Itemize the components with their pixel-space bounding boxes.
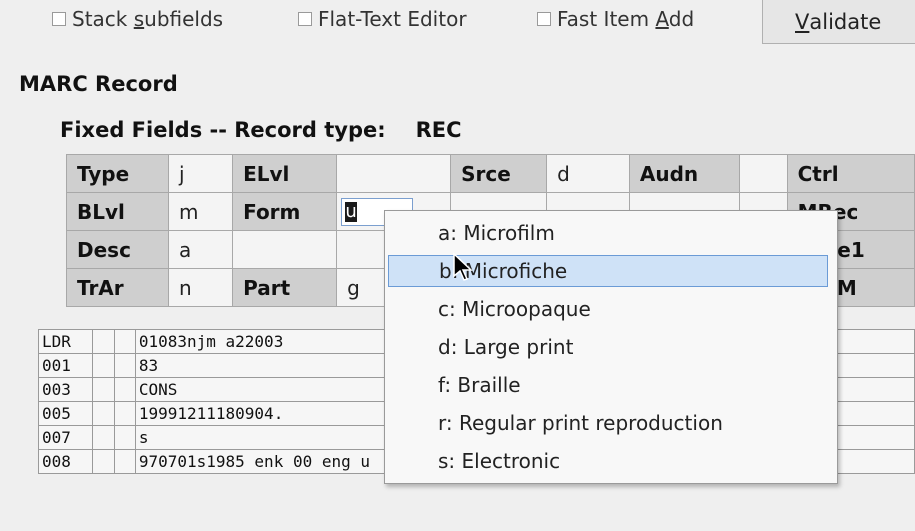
marc-tag[interactable]: 003 <box>37 377 94 402</box>
marc-indicator-1[interactable] <box>92 449 115 474</box>
dropdown-option[interactable]: f: Braille <box>388 369 828 401</box>
marc-tag[interactable]: 005 <box>37 401 94 426</box>
marc-tag[interactable]: LDR <box>37 329 94 354</box>
dropdown-option[interactable]: d: Large print <box>388 331 828 363</box>
marc-tag[interactable]: 001 <box>37 353 94 378</box>
fixed-field-value[interactable] <box>738 154 788 193</box>
flat-text-editor-label: Flat-Text Editor <box>318 7 467 31</box>
marc-indicator-1[interactable] <box>92 377 115 402</box>
record-type-value: REC <box>415 118 462 142</box>
fixed-field-label: BLvl <box>66 192 169 231</box>
fixed-field-label: ELvl <box>232 154 338 193</box>
fixed-field-label: Part <box>232 268 338 307</box>
flat-text-editor-option[interactable]: Flat-Text Editor <box>298 4 467 34</box>
flat-text-editor-checkbox[interactable] <box>298 12 312 26</box>
mouse-cursor-icon <box>453 252 473 281</box>
marc-indicator-2[interactable] <box>113 329 136 354</box>
stack-subfields-option[interactable]: Stack subfields <box>52 4 223 34</box>
fixed-field-label: Audn <box>628 154 740 193</box>
marc-tag[interactable]: 007 <box>37 425 94 450</box>
dropdown-option[interactable]: c: Microopaque <box>388 293 828 325</box>
marc-indicator-1[interactable] <box>92 353 115 378</box>
marc-tag[interactable]: 008 <box>37 449 94 474</box>
marc-indicator-2[interactable] <box>113 377 136 402</box>
marc-indicator-1[interactable] <box>92 401 115 426</box>
fixed-fields-heading: Fixed Fields -- Record type: REC <box>60 118 462 142</box>
fixed-field-label: Ctrl <box>786 154 915 193</box>
dropdown-option[interactable]: r: Regular print reproduction <box>388 407 828 439</box>
fixed-field-label: Type <box>66 154 169 193</box>
fixed-field-label: Srce <box>450 154 548 193</box>
marc-indicator-2[interactable] <box>113 425 136 450</box>
stack-subfields-checkbox[interactable] <box>52 12 66 26</box>
fast-item-add-option[interactable]: Fast Item Add <box>537 4 694 34</box>
form-input-selected-text: u <box>345 200 358 222</box>
dropdown-option[interactable]: s: Electronic <box>388 445 828 477</box>
fixed-field-value[interactable]: d <box>546 154 630 193</box>
fixed-field-value[interactable]: m <box>167 192 234 231</box>
fixed-field-label: Form <box>232 192 338 231</box>
fixed-field-value[interactable]: a <box>167 230 234 269</box>
fast-item-add-checkbox[interactable] <box>537 12 551 26</box>
fixed-field-label: Desc <box>66 230 169 269</box>
marc-indicator-1[interactable] <box>92 329 115 354</box>
validate-button[interactable]: Validate <box>762 0 915 44</box>
fast-item-add-label: Fast Item Add <box>557 7 695 31</box>
stack-subfields-label: Stack subfields <box>72 7 224 31</box>
marc-indicator-2[interactable] <box>113 449 136 474</box>
fixed-field-row: Type j ELvl Srce d Audn Ctrl <box>66 154 915 193</box>
fixed-field-label: TrAr <box>66 268 169 307</box>
fixed-field-value[interactable] <box>336 154 452 193</box>
fixed-field-value[interactable]: j <box>167 154 234 193</box>
fixed-field-value[interactable]: n <box>167 268 234 307</box>
marc-indicator-2[interactable] <box>113 401 136 426</box>
fixed-field-value[interactable] <box>232 230 338 269</box>
marc-indicator-1[interactable] <box>92 425 115 450</box>
marc-record-heading: MARC Record <box>19 72 178 96</box>
dropdown-option[interactable]: a: Microfilm <box>388 217 828 249</box>
marc-indicator-2[interactable] <box>113 353 136 378</box>
